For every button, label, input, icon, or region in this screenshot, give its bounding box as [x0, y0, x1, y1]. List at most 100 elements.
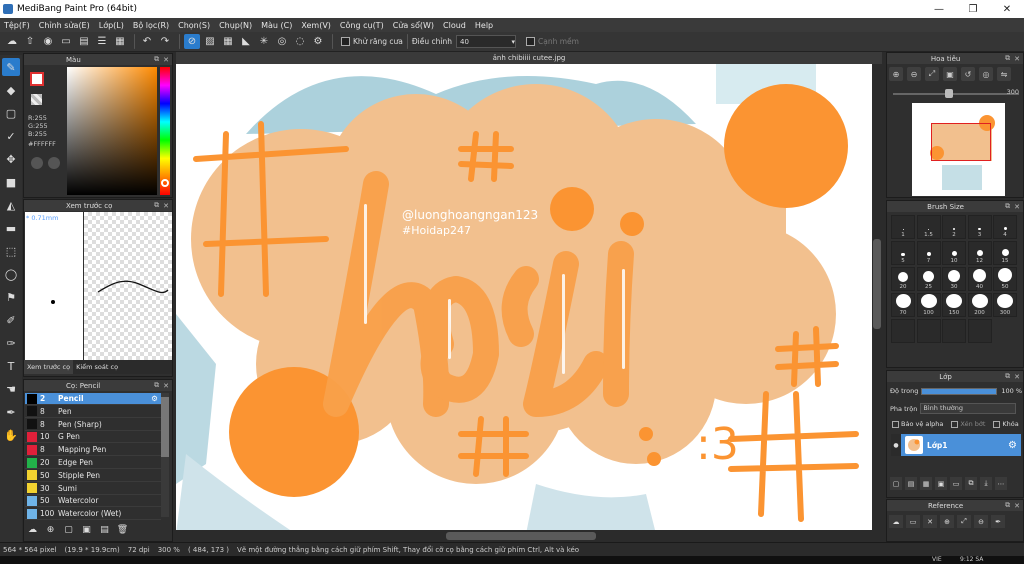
brush-list-item[interactable]: 10 G Pen [25, 431, 161, 444]
upload-icon[interactable]: ⇧ [22, 34, 38, 49]
brush-size-cell[interactable]: 15 [993, 241, 1017, 265]
brush-list-item[interactable]: 2 Pencil ⚙ [25, 393, 161, 405]
select-pen-icon[interactable]: ✐ [2, 311, 20, 329]
layer-settings-icon[interactable]: ⚙ [1008, 440, 1017, 451]
hand-tool-icon[interactable]: ✋ [2, 426, 20, 444]
menu-select[interactable]: Chọn(S) [178, 21, 210, 30]
brush-size-cell[interactable]: 50 [993, 267, 1017, 291]
menu-view[interactable]: Xem(V) [301, 21, 331, 30]
brush-size-cell[interactable] [967, 319, 992, 343]
canvas-vertical-scrollbar[interactable] [872, 64, 882, 530]
color-wheel-icon[interactable] [31, 157, 43, 169]
hue-marker[interactable] [161, 179, 169, 187]
page-icon[interactable]: ▤ [76, 34, 92, 49]
menu-tools[interactable]: Công cụ(T) [340, 21, 384, 30]
brush-list-item[interactable]: 8 Pen (Sharp) [25, 419, 161, 431]
more-icon[interactable]: ⋯ [995, 477, 1007, 490]
fit-icon[interactable]: ⤢ [925, 67, 939, 81]
undock-icon[interactable]: ⧉ [1005, 372, 1010, 381]
brush-size-cell[interactable]: 7 [916, 241, 941, 265]
brush-tool-icon[interactable]: ✎ [2, 58, 20, 76]
undock-icon[interactable]: ⧉ [1005, 501, 1010, 510]
lasso-icon[interactable]: ◯ [2, 265, 20, 283]
list-icon[interactable]: ☰ [94, 34, 110, 49]
brush-size-cell[interactable]: 100 [916, 293, 941, 317]
brush-list-item[interactable]: 50 Watercolor [25, 495, 161, 508]
brush-size-cell[interactable]: 300 [993, 293, 1017, 317]
brush-list-item[interactable]: 100 Watercolor (Wet) [25, 508, 161, 521]
brush-size-cell[interactable]: 200 [967, 293, 992, 317]
import-icon[interactable]: ▤ [98, 523, 111, 536]
new-brush-icon[interactable]: ▢ [62, 523, 75, 536]
folder-icon[interactable]: ▭ [950, 477, 962, 490]
brush-size-cell[interactable]: 150 [942, 293, 966, 317]
eyedropper-icon[interactable]: ✒ [2, 403, 20, 421]
merge-down-icon[interactable]: ⤓ [980, 477, 992, 490]
snap-settings-icon[interactable]: ⚙ [310, 34, 326, 49]
brush-size-cell[interactable]: 2 [942, 215, 966, 239]
close-icon[interactable]: ✕ [1014, 55, 1020, 63]
layer-item[interactable]: ● Lớp1 ⚙ [891, 434, 1021, 456]
undo-icon[interactable]: ↶ [139, 34, 155, 49]
magic-wand-icon[interactable]: ⚑ [2, 288, 20, 306]
zoom-in-icon[interactable]: ⊕ [889, 67, 903, 81]
maximize-button[interactable]: ❐ [956, 0, 990, 18]
menu-help[interactable]: Help [475, 21, 493, 30]
brush-size-cell[interactable]: 3 [967, 215, 992, 239]
brush-size-cell[interactable]: 5 [891, 241, 915, 265]
language-indicator[interactable]: VIE [932, 556, 942, 563]
new-halftone-layer-icon[interactable]: ▤ [905, 477, 917, 490]
correction-select[interactable]: 40 ▾ [456, 35, 516, 48]
scroll-thumb[interactable] [446, 532, 596, 540]
undock-icon[interactable]: ⧉ [1005, 54, 1010, 63]
close-icon[interactable]: ✕ [163, 202, 169, 210]
select-eraser-icon[interactable]: ✑ [2, 334, 20, 352]
cloud-brush-icon[interactable]: ☁ [26, 523, 39, 536]
brush-size-cell[interactable]: 20 [891, 267, 915, 291]
new-8bit-layer-icon[interactable]: ▦ [920, 477, 932, 490]
dot-tool-icon[interactable]: ▢ [2, 104, 20, 122]
close-button[interactable]: ✕ [990, 0, 1024, 18]
palette-icon[interactable] [48, 157, 60, 169]
brush-size-cell[interactable]: 12 [967, 241, 992, 265]
undock-icon[interactable]: ⧉ [154, 201, 159, 210]
cloud-icon[interactable]: ☁ [889, 515, 903, 528]
zoom-out-icon[interactable]: ⊖ [974, 515, 988, 528]
snap-radial-icon[interactable]: ✳ [256, 34, 272, 49]
snap-parallel-icon[interactable]: ▨ [202, 34, 218, 49]
saturation-value-picker[interactable] [67, 67, 157, 195]
fit-icon[interactable]: ⤢ [957, 515, 971, 528]
undock-icon[interactable]: ⧉ [1005, 202, 1010, 211]
menu-layer[interactable]: Lớp(L) [99, 21, 124, 30]
eyedropper-icon[interactable]: ✒ [991, 515, 1005, 528]
brush-size-cell[interactable]: 1.5 [916, 215, 941, 239]
tab-brush-control[interactable]: Kiểm soát cọ [73, 360, 121, 374]
brush-list-item[interactable]: 8 Pen [25, 406, 161, 418]
brush-size-cell[interactable]: 40 [967, 267, 992, 291]
flip-icon[interactable]: ⇋ [997, 67, 1011, 81]
add-layer-menu-icon[interactable]: ▣ [935, 477, 947, 490]
menu-edit[interactable]: Chỉnh sửa(E) [39, 21, 90, 30]
navigator-view-rect[interactable] [931, 123, 991, 161]
antialias-checkbox[interactable] [341, 37, 350, 46]
eraser-tool-icon[interactable]: ◆ [2, 81, 20, 99]
text-tool-icon[interactable]: T [2, 357, 20, 375]
brush-size-cell[interactable] [891, 319, 915, 343]
snap-angle-icon[interactable]: ◣ [238, 34, 254, 49]
minimize-button[interactable]: — [922, 0, 956, 18]
lock-checkbox[interactable] [993, 420, 1001, 428]
comment-icon[interactable]: ▭ [58, 34, 74, 49]
transparent-color-swatch[interactable] [31, 94, 42, 105]
brush-size-cell[interactable]: 25 [916, 267, 941, 291]
menu-filter[interactable]: Bộ lọc(R) [133, 21, 169, 30]
blend-mode-select[interactable]: Bình thường [920, 403, 1017, 414]
snap-grid-icon[interactable]: ▦ [220, 34, 236, 49]
close-icon[interactable]: ✕ [923, 515, 937, 528]
visibility-icon[interactable]: ● [891, 434, 901, 456]
menu-cloud[interactable]: Cloud [443, 21, 466, 30]
menu-snap[interactable]: Chụp(N) [219, 21, 252, 30]
open-icon[interactable]: ▭ [906, 515, 920, 528]
operation-tool-icon[interactable]: ☚ [2, 380, 20, 398]
brush-size-cell[interactable]: 10 [942, 241, 966, 265]
snap-curve-icon[interactable]: ◌ [292, 34, 308, 49]
